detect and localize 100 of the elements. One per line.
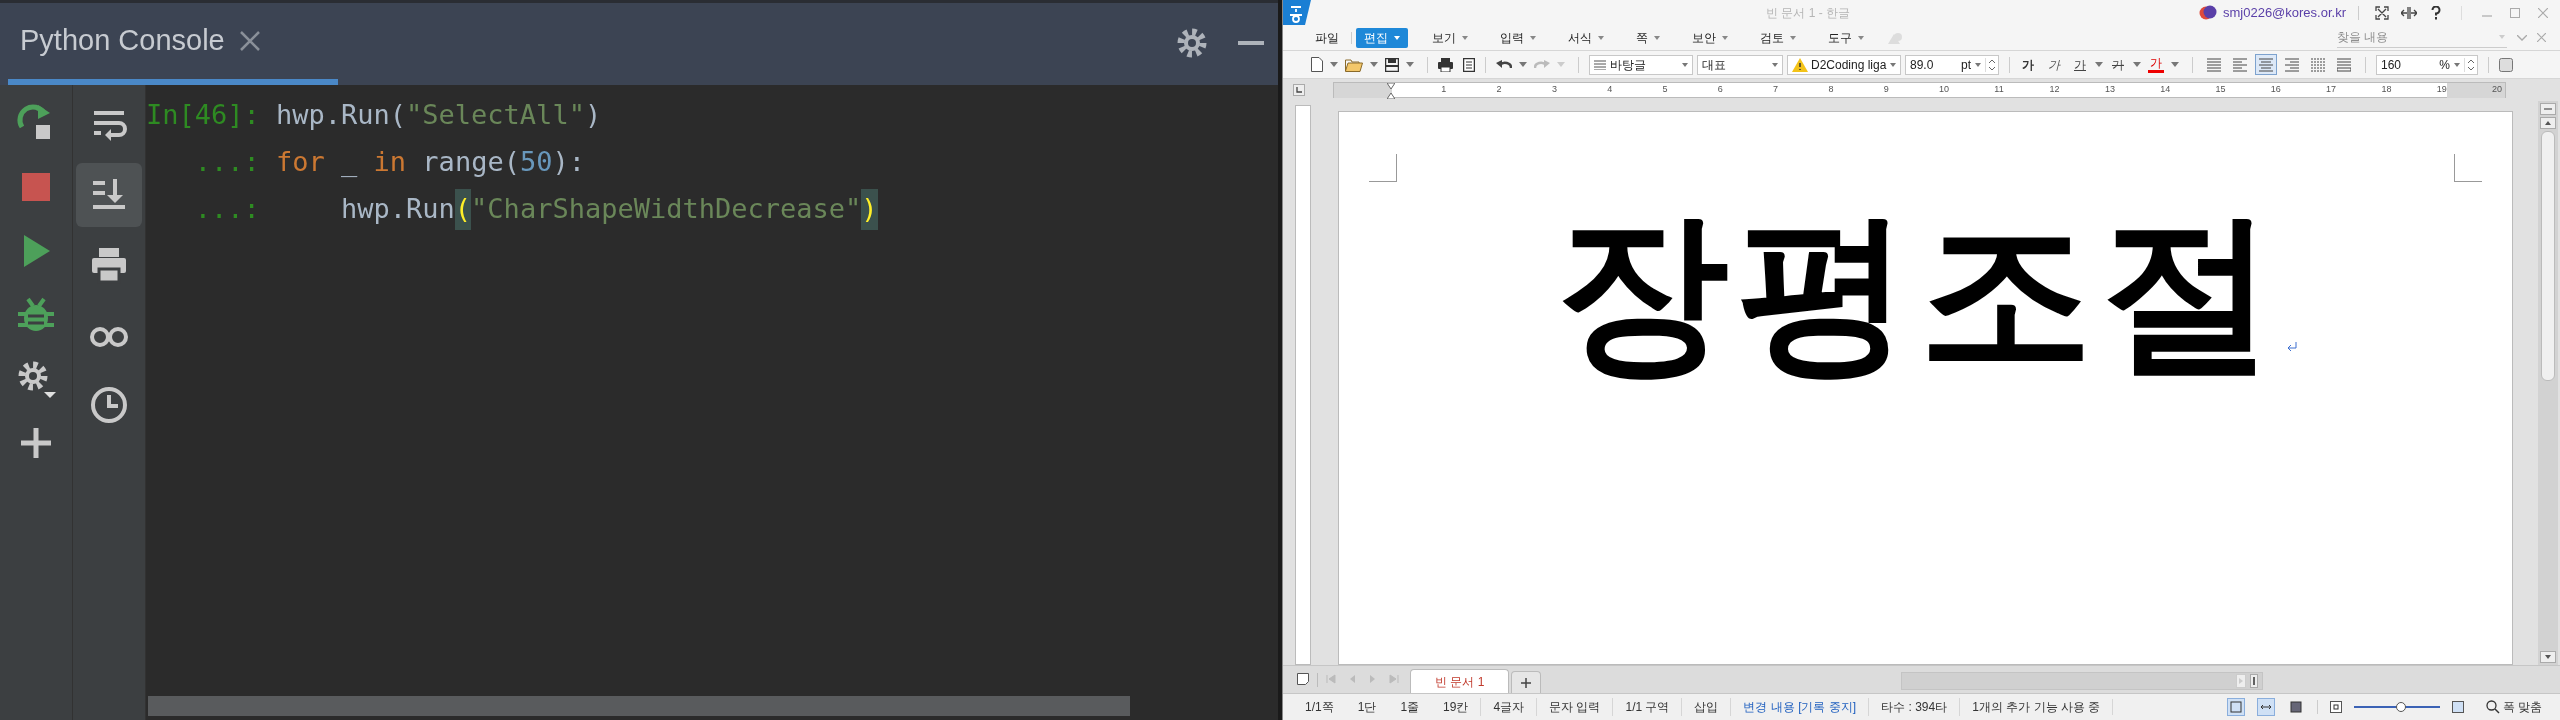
ruler-number: 9: [1883, 84, 1889, 94]
zoom-fit-link[interactable]: 폭 맞춤: [2502, 698, 2542, 716]
resize-icon[interactable]: [2401, 6, 2417, 19]
menu-item[interactable]: 보안: [1684, 27, 1736, 48]
align-left-icon: [2233, 57, 2247, 72]
style-dropdown[interactable]: 바탕글: [1589, 54, 1693, 75]
code-line: for _ in range(50):: [276, 145, 585, 180]
status-text: 타수 : 394타: [1868, 698, 1960, 716]
document-tab[interactable]: 빈 문서 1: [1410, 669, 1510, 693]
menu-item[interactable]: 보기: [1424, 27, 1476, 48]
ruler-number: 4: [1607, 84, 1613, 94]
font-size-field[interactable]: 89.0 pt: [1905, 54, 1999, 75]
memo-icon[interactable]: [1297, 673, 1309, 685]
fullscreen-icon[interactable]: [2375, 5, 2389, 20]
strike-button[interactable]: 가: [2110, 55, 2126, 74]
clock-icon[interactable]: [89, 385, 129, 425]
caret-icon: [1557, 62, 1565, 67]
menu-item[interactable]: 편집: [1356, 27, 1408, 48]
settings-icon[interactable]: [16, 359, 56, 399]
vertical-scrollbar[interactable]: [2538, 101, 2558, 665]
open-folder-icon[interactable]: [1345, 57, 1363, 72]
status-text: 1/1 구역: [1612, 698, 1682, 716]
save-icon[interactable]: [1385, 57, 1399, 72]
zoom-slider[interactable]: [2353, 702, 2440, 712]
menu-item[interactable]: 서식: [1560, 27, 1612, 48]
tab-type-icon[interactable]: [1293, 84, 1305, 96]
menu-item[interactable]: 검토: [1752, 27, 1804, 48]
status-text: 문자 입력: [1536, 698, 1613, 716]
corner-mark: [1369, 154, 1397, 182]
align-justify-icon: [2207, 57, 2221, 72]
status-text: 4글자: [1480, 698, 1537, 716]
ruler-number: 17: [2326, 84, 2337, 94]
menu-item[interactable]: 입력: [1492, 27, 1544, 48]
font-warning-icon: [1792, 57, 1808, 72]
caret-icon: [2454, 62, 2460, 67]
zoom-in-icon[interactable]: [2451, 701, 2464, 713]
italic-button[interactable]: 가: [2046, 55, 2062, 74]
ruler-number: 8: [1828, 84, 1834, 94]
shapes-icon: [1888, 31, 1902, 44]
code-line: hwp.Run("SelectAll"): [276, 98, 602, 133]
frame-icon[interactable]: [2499, 57, 2513, 72]
print-icon[interactable]: [1438, 57, 1453, 72]
help-icon[interactable]: [2431, 5, 2441, 20]
status-text: 변경 내용 [기록 중지]: [1730, 698, 1869, 716]
color-button[interactable]: 가: [2148, 56, 2164, 73]
language-dropdown[interactable]: 대표: [1697, 54, 1783, 75]
align-divide-icon: [2337, 57, 2351, 72]
bold-button[interactable]: 가: [2020, 55, 2036, 74]
toggle-button[interactable]: [76, 163, 142, 227]
scrollbar-thumb[interactable]: [148, 696, 1130, 716]
ruler-number: 20: [2492, 84, 2502, 94]
status-text: 19칸: [1442, 699, 1470, 716]
undo-icon[interactable]: [1496, 58, 1512, 71]
preview-icon[interactable]: [1463, 57, 1475, 72]
menu-item[interactable]: 쪽: [1628, 27, 1668, 48]
align-center-icon: [2259, 57, 2273, 72]
ruler[interactable]: 1 2 3 4 5 6 7 8 9 10 11 12 13 14 15 16 17 18 19 20: [1333, 82, 2506, 98]
zoom-out-icon[interactable]: [2329, 701, 2342, 713]
search-icon: [2485, 700, 2500, 714]
settings-icon[interactable]: [1176, 27, 1208, 59]
caret-icon: [1772, 62, 1778, 67]
line-spacing-field[interactable]: 160 %: [2376, 54, 2478, 75]
align-distribute-icon: [2311, 57, 2325, 72]
view-page-icon: [2227, 699, 2244, 715]
view-page-button[interactable]: [2226, 698, 2245, 716]
scroll-up-icon: [2540, 117, 2556, 129]
prompt: ...:: [193, 145, 260, 180]
horizontal-scrollbar[interactable]: [1901, 672, 2264, 690]
status-text: 1줄: [1399, 699, 1421, 716]
view-width-button[interactable]: [2256, 698, 2275, 716]
close-icon: [238, 30, 261, 52]
ruler-number: 15: [2215, 84, 2226, 94]
status-text: 삽입: [1681, 698, 1731, 716]
corner-mark: [2454, 154, 2482, 182]
ruler-number: 2: [1496, 84, 1502, 94]
new-tab-button[interactable]: [1511, 671, 1542, 693]
window-title: 빈 문서 1 - 한글: [1766, 4, 1850, 22]
caret-icon: [1370, 62, 1378, 67]
caret-icon: [2499, 35, 2505, 39]
code-line: hwp.Run("CharShapeWidthDecrease"): [276, 189, 878, 230]
ruler-number: 18: [2381, 84, 2392, 94]
add-icon: [1521, 677, 1532, 688]
ruler-number: 13: [2104, 84, 2115, 94]
menu-item[interactable]: 파일: [1307, 27, 1347, 48]
ruler-number: 3: [1551, 84, 1557, 94]
font-dropdown[interactable]: D2Coding liga: [1787, 54, 1901, 75]
menu-item[interactable]: 도구: [1820, 27, 1872, 48]
ruler-number: 1: [1441, 84, 1447, 94]
caret-icon: [1682, 62, 1688, 67]
account-name[interactable]: smj0226@kores.or.kr: [2222, 2, 2346, 23]
ruler-number: 12: [2049, 84, 2060, 94]
align-center-button[interactable]: [2255, 54, 2277, 75]
document-text: 장평조절: [1554, 193, 2283, 391]
underline-button[interactable]: 가: [2072, 55, 2088, 74]
ruler-number: 16: [2270, 84, 2281, 94]
ruler-number: 7: [1773, 84, 1779, 94]
scroll-down-icon: [2540, 651, 2556, 663]
new-document-icon[interactable]: [1311, 57, 1323, 72]
collapse-icon: [2540, 103, 2556, 115]
slider-thumb[interactable]: [2395, 702, 2406, 712]
